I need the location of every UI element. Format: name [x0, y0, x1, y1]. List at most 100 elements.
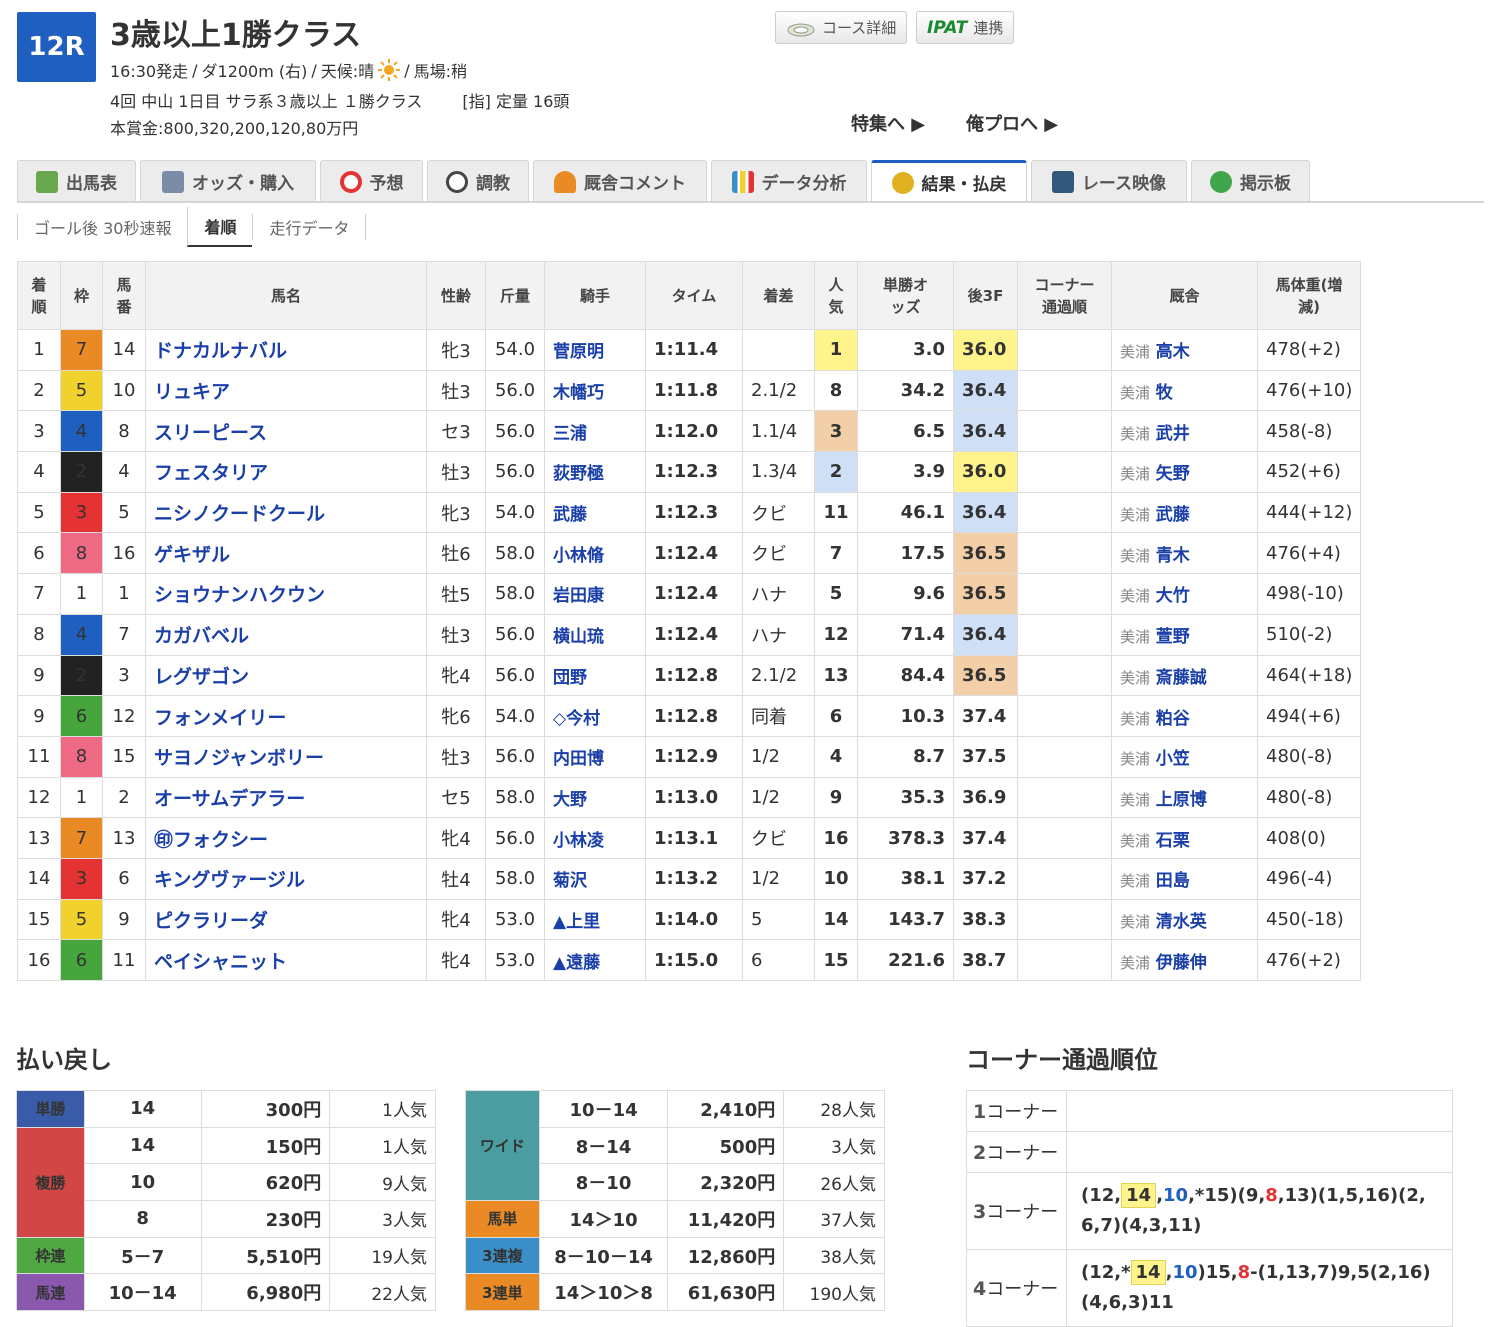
sex-age-cell: 牝4: [426, 939, 486, 981]
trainer-link[interactable]: 武藤: [1156, 505, 1190, 525]
horse-name-link[interactable]: リュキア: [154, 381, 230, 403]
jockey-link[interactable]: 三浦: [553, 424, 587, 444]
last3f-cell: 36.4: [953, 369, 1018, 412]
margin-cell: ハナ: [742, 573, 815, 615]
jockey-link[interactable]: 菅原明: [553, 342, 604, 362]
jockey-link[interactable]: 荻野極: [553, 464, 604, 484]
rank-cell: 4: [17, 451, 61, 493]
course-detail-button[interactable]: コース詳細: [775, 11, 908, 44]
last3f-cell: 36.0: [953, 329, 1018, 371]
trainer-link[interactable]: 斎藤誠: [1156, 668, 1207, 688]
horse-name-link[interactable]: ピクラリーダ: [154, 910, 268, 932]
last3f-cell: 38.3: [953, 898, 1018, 941]
trainer-link[interactable]: 青木: [1156, 546, 1190, 566]
popularity-cell: 15: [814, 939, 858, 981]
horse-name-link[interactable]: フォンメイリー: [154, 707, 286, 729]
trainer-link[interactable]: 矢野: [1156, 464, 1190, 484]
waku-cell: 2: [60, 654, 103, 697]
horse-name-link[interactable]: サヨノジャンボリー: [154, 747, 324, 769]
col-body-weight: 馬体重(増減): [1257, 261, 1361, 330]
tab-odds[interactable]: オッズ・購入: [140, 160, 316, 202]
trainer-link[interactable]: 伊藤伸: [1156, 953, 1207, 973]
body-weight-cell: 478(+2): [1257, 329, 1361, 371]
trainer-link[interactable]: 小笠: [1156, 749, 1190, 769]
horse-name-link[interactable]: ドナカルナバル: [154, 340, 287, 362]
trainer-link[interactable]: 大竹: [1156, 586, 1190, 606]
trainer-link[interactable]: 清水英: [1156, 912, 1207, 932]
weight-cell: 56.0: [485, 817, 545, 859]
sex-age-cell: 牝4: [426, 898, 486, 941]
tab-bbs[interactable]: 掲示板: [1191, 160, 1310, 202]
horse-name-link[interactable]: レグザゴン: [154, 666, 249, 688]
odds-cell: 143.7: [857, 898, 954, 941]
tab-entries[interactable]: 出馬表: [17, 160, 136, 202]
horse-name-link[interactable]: ㊞フォクシー: [154, 829, 268, 851]
trainer-link[interactable]: 田島: [1156, 871, 1190, 891]
tab-prediction[interactable]: 予想: [320, 160, 423, 202]
subtab-running-data[interactable]: 走行データ: [252, 214, 367, 240]
jockey-link[interactable]: 木幡巧: [553, 383, 604, 403]
rank-cell: 11: [17, 735, 61, 778]
ipat-link-button[interactable]: IPAT 連携: [916, 11, 1015, 44]
body-weight-cell: 476(+10): [1257, 369, 1361, 412]
jockey-link[interactable]: 小林凌: [553, 831, 604, 851]
orepro-link[interactable]: 俺プロへ ▶: [966, 110, 1058, 136]
jockey-link[interactable]: ◇今村: [553, 709, 600, 729]
umaban-cell: 1: [102, 573, 146, 615]
trainer-link[interactable]: 牧: [1156, 383, 1173, 403]
horse-name-link[interactable]: ニシノクードクール: [154, 503, 325, 525]
tab-stable-comments[interactable]: 厩舎コメント: [533, 160, 707, 202]
target-icon: [339, 170, 362, 193]
horse-name-link[interactable]: ペイシャニット: [154, 951, 287, 973]
jockey-link[interactable]: ▲遠藤: [553, 953, 600, 973]
corner-label: 4コーナー: [966, 1249, 1067, 1327]
tab-training[interactable]: 調教: [427, 160, 529, 202]
horse-name-link[interactable]: ゲキザル: [154, 544, 230, 566]
table-row: 2 5 10 リュキア 牡3 56.0 木幡巧 1:11.8 2.1/2 8 34.2 36.4 美浦 …: [17, 369, 1361, 412]
jockey-link[interactable]: ▲上里: [553, 912, 600, 932]
trainer-link[interactable]: 粕谷: [1156, 709, 1190, 729]
tab-results[interactable]: 結果・払戻: [871, 160, 1027, 202]
popularity-cell: 4: [814, 735, 858, 778]
col-margin: 着差: [742, 261, 815, 330]
video-icon: [1051, 170, 1074, 193]
sex-age-cell: 牝3: [426, 329, 486, 371]
col-popularity: 人気: [814, 261, 858, 330]
weight-cell: 56.0: [485, 613, 545, 656]
horse-name-link[interactable]: ショウナンハクウン: [154, 584, 325, 606]
jockey-link[interactable]: 団野: [553, 668, 587, 688]
jockey-link[interactable]: 岩田康: [553, 586, 604, 606]
last3f-cell: 37.4: [953, 817, 1018, 859]
trainer-link[interactable]: 石栗: [1156, 831, 1190, 851]
jockey-link[interactable]: 小林脩: [553, 546, 604, 566]
jockey-link[interactable]: 横山琉: [553, 627, 604, 647]
jockey-link[interactable]: 内田博: [553, 749, 604, 769]
jockey-link[interactable]: 菊沢: [553, 871, 587, 891]
horse-name-link[interactable]: カガバベル: [154, 625, 249, 647]
subtab-finish-order[interactable]: 着順: [187, 207, 253, 247]
trainer-link[interactable]: 上原博: [1156, 790, 1207, 810]
horse-name-link[interactable]: フェスタリア: [154, 462, 268, 484]
subtab-quick-result[interactable]: ゴール後 30秒速報: [17, 214, 187, 240]
rank-cell: 12: [17, 776, 61, 819]
corner-cell: [1017, 451, 1112, 493]
horse-name-link[interactable]: キングヴァージル: [154, 869, 305, 891]
popularity-cell: 10: [814, 857, 858, 900]
corner-cell: [1017, 857, 1112, 900]
trainer-link[interactable]: 高木: [1156, 342, 1190, 362]
rank-cell: 9: [17, 654, 61, 697]
tab-race-video[interactable]: レース映像: [1031, 160, 1187, 202]
corner-cell: [1017, 491, 1112, 534]
payout-type-label: 3連複: [465, 1236, 540, 1275]
trainer-location: 美浦: [1120, 506, 1151, 525]
feature-link[interactable]: 特集へ ▶: [851, 110, 925, 136]
horse-name-link[interactable]: オーサムデアラー: [154, 788, 305, 810]
trainer-link[interactable]: 萱野: [1156, 627, 1190, 647]
results-header-row: 着順 枠 馬番 馬名 性齢 斤量 騎手 タイム 着差 人気 単勝オッズ 後3F …: [17, 261, 1361, 330]
jockey-link[interactable]: 大野: [553, 790, 587, 810]
tab-data-analysis[interactable]: データ分析: [711, 160, 867, 202]
horse-name-link[interactable]: スリーピース: [154, 422, 267, 444]
jockey-link[interactable]: 武藤: [553, 505, 587, 525]
trainer-link[interactable]: 武井: [1156, 424, 1190, 444]
col-stable: 厩舎: [1111, 261, 1258, 330]
